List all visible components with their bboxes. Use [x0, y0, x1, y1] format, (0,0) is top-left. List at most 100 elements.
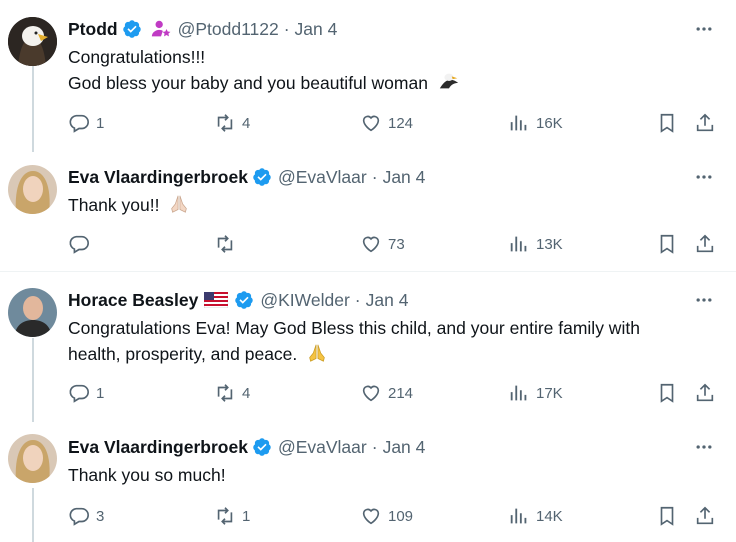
- like-count: 214: [388, 384, 414, 402]
- view-count: 16K: [536, 114, 563, 132]
- like-count: 109: [388, 507, 414, 525]
- tweet-header: Ptodd @Ptodd1122 · Jan 4: [68, 17, 337, 41]
- separator-dot: ·: [371, 436, 378, 457]
- author-handle[interactable]: @EvaVlaar: [278, 167, 367, 188]
- retweet-button[interactable]: 4: [214, 112, 250, 134]
- retweet-button[interactable]: 4: [214, 382, 250, 404]
- verified-badge-icon: [235, 291, 254, 309]
- tweet-line-wrap: God bless your baby and you beautiful wo…: [68, 70, 716, 96]
- heart-icon: [362, 236, 380, 253]
- praying-hands-emoji-icon: [171, 195, 188, 213]
- more-options-icon[interactable]: [694, 19, 714, 39]
- verified-badge-icon: [122, 20, 141, 38]
- reply-count: 1: [96, 114, 105, 132]
- share-icon[interactable]: [694, 382, 716, 404]
- view-count: 17K: [536, 384, 563, 402]
- views-button[interactable]: 17K: [508, 382, 563, 404]
- author-name[interactable]: Eva Vlaardingerbroek: [68, 437, 248, 458]
- tweet-header: Eva Vlaardingerbroek @EvaVlaar · Jan 4: [68, 165, 425, 189]
- separator-dot: ·: [354, 289, 361, 310]
- thread-line: [32, 66, 34, 152]
- author-name[interactable]: Horace Beasley: [68, 290, 198, 311]
- views-button[interactable]: 14K: [508, 505, 563, 527]
- retweet-count: 4: [242, 384, 251, 402]
- avatar[interactable]: [8, 17, 57, 66]
- tweet-date[interactable]: Jan 4: [295, 19, 338, 40]
- tweet-actions: 1 4 214 17K: [68, 382, 716, 406]
- tweet-text: Thank you!!: [68, 192, 716, 218]
- author-handle[interactable]: @Ptodd1122: [178, 19, 279, 40]
- views-chart-icon: [510, 508, 527, 524]
- author-handle[interactable]: @EvaVlaar: [278, 437, 367, 458]
- separator-dot: ·: [371, 166, 378, 187]
- views-button[interactable]: 13K: [508, 233, 563, 255]
- like-button[interactable]: 109: [360, 505, 413, 527]
- tweet-text: Thank you so much!: [68, 462, 716, 488]
- reply-icon: [69, 114, 89, 133]
- views-chart-icon: [510, 236, 527, 252]
- reply-button[interactable]: 1: [68, 382, 104, 404]
- more-options-icon[interactable]: [694, 437, 714, 457]
- reply-icon: [69, 235, 89, 254]
- author-name[interactable]: Eva Vlaardingerbroek: [68, 167, 248, 188]
- views-chart-icon: [510, 385, 527, 401]
- share-icon[interactable]: [694, 505, 716, 527]
- reply-icon: [69, 384, 89, 403]
- tweet-ptodd[interactable]: Ptodd @Ptodd1122 · Jan 4 Congratulations…: [0, 0, 736, 152]
- tweet-line-wrap: health, prosperity, and peace.: [68, 341, 716, 367]
- more-options-icon[interactable]: [694, 167, 714, 187]
- tweet-actions: 3 1 109 14K: [68, 505, 716, 529]
- thread-line: [32, 338, 34, 422]
- author-handle[interactable]: @KIWelder: [260, 290, 349, 311]
- bookmark-icon[interactable]: [656, 505, 678, 527]
- author-name[interactable]: Ptodd: [68, 19, 118, 40]
- view-count: 13K: [536, 235, 563, 253]
- reply-button[interactable]: 1: [68, 112, 104, 134]
- tweet-eva-reply-1[interactable]: Eva Vlaardingerbroek @EvaVlaar · Jan 4 T…: [0, 152, 736, 270]
- share-icon[interactable]: [694, 233, 716, 255]
- eagle-avatar-image: [8, 17, 57, 66]
- like-button[interactable]: 124: [360, 112, 413, 134]
- eva-avatar-image: [8, 434, 57, 483]
- retweet-icon: [217, 507, 233, 525]
- reply-count: 1: [96, 384, 105, 402]
- views-button[interactable]: 16K: [508, 112, 563, 134]
- eagle-emoji-icon: [439, 73, 458, 89]
- retweet-button[interactable]: [214, 233, 242, 255]
- share-icon[interactable]: [694, 112, 716, 134]
- like-button[interactable]: 73: [360, 233, 405, 255]
- retweet-count: 4: [242, 114, 251, 132]
- reply-button[interactable]: [68, 233, 96, 255]
- reply-count: 3: [96, 507, 105, 525]
- view-count: 14K: [536, 507, 563, 525]
- avatar[interactable]: [8, 288, 57, 337]
- verified-badge-icon: [253, 438, 271, 456]
- bookmark-icon[interactable]: [656, 382, 678, 404]
- bookmark-icon[interactable]: [656, 233, 678, 255]
- retweet-icon: [217, 235, 233, 253]
- tweet-line: God bless your baby and you beautiful wo…: [68, 73, 428, 93]
- views-chart-icon: [510, 115, 527, 131]
- tweet-date[interactable]: Jan 4: [383, 167, 426, 188]
- reply-button[interactable]: 3: [68, 505, 104, 527]
- tweet-header: Eva Vlaardingerbroek @EvaVlaar · Jan 4: [68, 435, 425, 459]
- bookmark-icon[interactable]: [656, 112, 678, 134]
- avatar[interactable]: [8, 434, 57, 483]
- tweet-header: Horace Beasley @KIWelder · Jan 4: [68, 288, 408, 312]
- avatar[interactable]: [8, 165, 57, 214]
- heart-icon: [362, 385, 380, 402]
- like-button[interactable]: 214: [360, 382, 413, 404]
- tweet-actions: 1 4 124 16K: [68, 112, 716, 136]
- tweet-eva-reply-2[interactable]: Eva Vlaardingerbroek @EvaVlaar · Jan 4 T…: [0, 422, 736, 542]
- tweet-horace[interactable]: Horace Beasley @KIWelder · Jan 4 Congrat…: [0, 272, 736, 422]
- tweet-date[interactable]: Jan 4: [383, 437, 426, 458]
- more-options-icon[interactable]: [694, 290, 714, 310]
- horace-avatar-image: [8, 288, 57, 337]
- tweet-date[interactable]: Jan 4: [366, 290, 409, 311]
- heart-icon: [362, 115, 380, 132]
- retweet-button[interactable]: 1: [214, 505, 250, 527]
- tweet-line: Thank you!!: [68, 195, 160, 215]
- praying-hands-emoji-icon: [309, 344, 325, 362]
- heart-icon: [362, 508, 380, 525]
- tweet-line: health, prosperity, and peace.: [68, 344, 298, 364]
